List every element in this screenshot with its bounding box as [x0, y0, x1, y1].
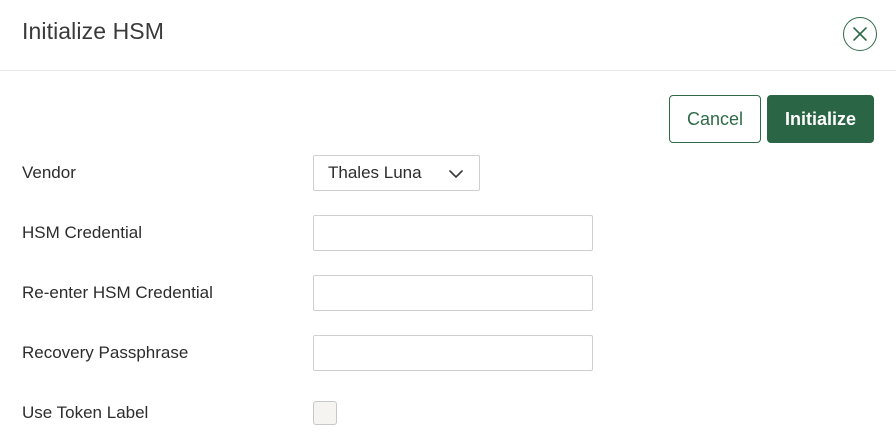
hsm-credential-label: HSM Credential — [22, 223, 142, 242]
reenter-credential-label: Re-enter HSM Credential — [22, 283, 213, 302]
use-token-label-row: Use Token Label — [0, 395, 896, 431]
recovery-passphrase-label: Recovery Passphrase — [22, 343, 189, 362]
dialog-actions: Cancel Initialize — [669, 95, 874, 143]
recovery-passphrase-input[interactable] — [313, 335, 593, 371]
hsm-credential-row: HSM Credential — [0, 215, 896, 251]
use-token-label-label: Use Token Label — [22, 403, 149, 422]
initialize-button[interactable]: Initialize — [767, 95, 874, 143]
close-icon — [853, 27, 867, 41]
dialog-header: Initialize HSM — [0, 0, 896, 71]
close-button[interactable] — [843, 17, 877, 51]
vendor-selected-value: Thales Luna — [328, 163, 422, 182]
use-token-label-checkbox[interactable] — [313, 401, 337, 425]
vendor-select[interactable]: Thales Luna — [313, 155, 480, 191]
chevron-down-icon — [449, 170, 463, 178]
vendor-row: Vendor Thales Luna — [0, 155, 896, 191]
cancel-button[interactable]: Cancel — [669, 95, 761, 143]
recovery-passphrase-row: Recovery Passphrase — [0, 335, 896, 371]
initialize-hsm-dialog: Initialize HSM Cancel Initialize Vendor … — [0, 0, 896, 442]
hsm-credential-input[interactable] — [313, 215, 593, 251]
reenter-credential-input[interactable] — [313, 275, 593, 311]
dialog-title: Initialize HSM — [22, 18, 164, 44]
vendor-label: Vendor — [22, 163, 76, 182]
reenter-credential-row: Re-enter HSM Credential — [0, 275, 896, 311]
